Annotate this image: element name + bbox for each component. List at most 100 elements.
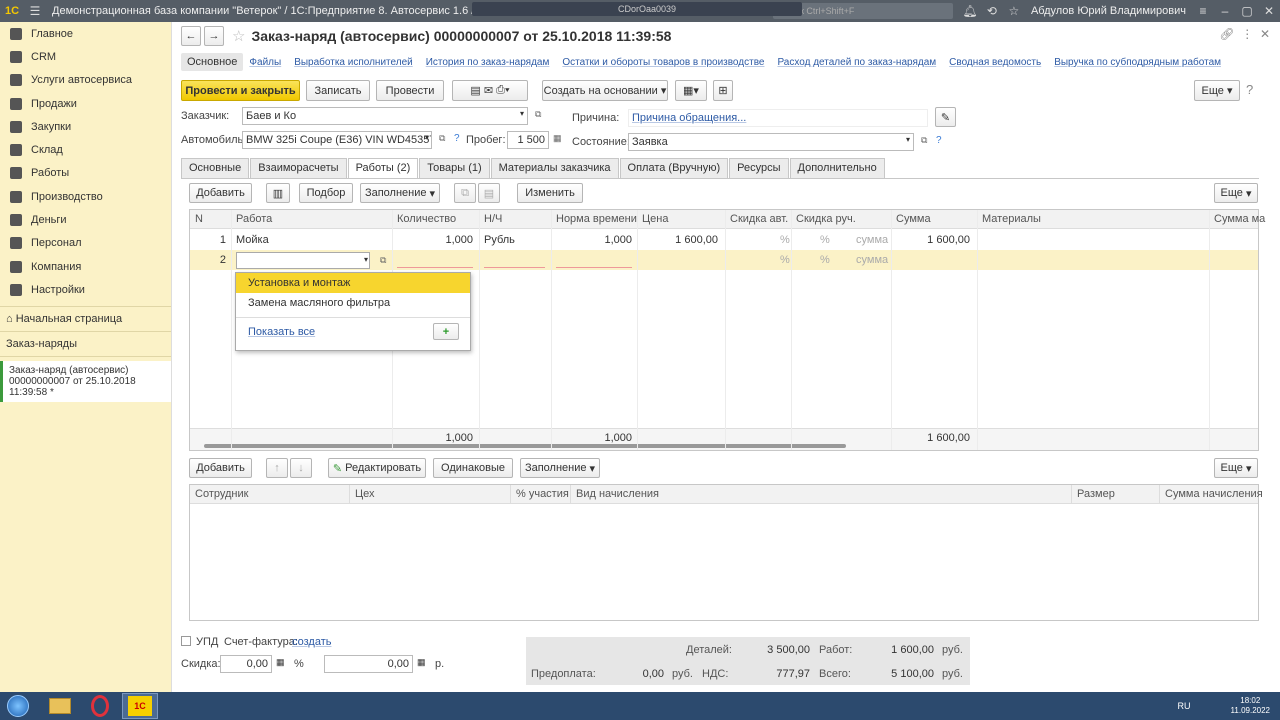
sidebar-item[interactable]: Продажи	[0, 92, 171, 115]
language-indicator[interactable]: RU	[1178, 701, 1191, 711]
help-icon[interactable]: ?	[454, 133, 460, 144]
sidebar-item[interactable]: Главное	[0, 22, 171, 45]
more-button[interactable]: Еще ▾	[1194, 80, 1240, 101]
tab[interactable]: Дополнительно	[789, 158, 885, 178]
more-vert-icon[interactable]: ⋮	[1241, 27, 1253, 41]
cell-disc_a[interactable]: %	[780, 254, 790, 266]
column-header[interactable]: Н/Ч	[484, 213, 502, 225]
form-link[interactable]: Сводная ведомость	[949, 57, 1041, 68]
favorite-star-icon[interactable]: ☆	[232, 27, 245, 45]
column-header[interactable]: Сотрудник	[195, 488, 248, 500]
user-name[interactable]: Абдулов Юрий Владимирович	[1031, 5, 1186, 17]
sidebar-item[interactable]: Работы	[0, 162, 171, 185]
sidebar-item[interactable]: Услуги автосервиса	[0, 69, 171, 92]
cell-disc_a[interactable]: %	[780, 234, 790, 246]
sidebar-item[interactable]: Персонал	[0, 232, 171, 255]
discount-sum-field[interactable]: 0,00	[324, 655, 413, 673]
1c-taskbar-icon[interactable]: 1С	[122, 693, 158, 719]
cell-sum[interactable]: 1 600,00	[890, 234, 970, 246]
settings-icon[interactable]: ≡	[1192, 4, 1214, 18]
menu-icon[interactable]: ☰	[24, 4, 46, 18]
cell-n[interactable]: 1	[210, 234, 226, 246]
sidebar-item[interactable]: Компания	[0, 255, 171, 278]
works-more-button[interactable]: Еще ▾	[1214, 183, 1258, 203]
fill-button[interactable]: Заполнение ▾	[360, 183, 440, 203]
column-header[interactable]: Цех	[355, 488, 375, 500]
link-icon[interactable]: 🔗︎	[1219, 27, 1234, 41]
staff-more-button[interactable]: Еще ▾	[1214, 458, 1258, 478]
dropdown-item[interactable]: Установка и монтаж	[236, 273, 470, 293]
sidebar-item[interactable]: Настройки	[0, 278, 171, 301]
sidebar-open-document[interactable]: Заказ-наряд (автосервис) 00000000007 от …	[0, 360, 171, 402]
tab[interactable]: Основные	[181, 158, 250, 178]
pick-button[interactable]: Подбор	[299, 183, 353, 203]
cell-disc_m[interactable]: %	[820, 254, 830, 266]
column-header[interactable]: Работа	[236, 213, 272, 225]
sidebar-item[interactable]: Закупки	[0, 115, 171, 138]
back-icon[interactable]: ←	[181, 26, 201, 46]
sidebar-home[interactable]: ⌂ Начальная страница	[0, 311, 171, 327]
sidebar-item[interactable]: Деньги	[0, 208, 171, 231]
cell-qty[interactable]: 1,000	[397, 234, 473, 246]
calculator-icon[interactable]: ▦	[553, 133, 562, 144]
open-icon[interactable]: ⧉	[380, 255, 386, 266]
form-link[interactable]: Выработка исполнителей	[294, 57, 413, 68]
sidebar-item[interactable]: CRM	[0, 45, 171, 68]
column-header[interactable]: Норма времени	[556, 213, 637, 225]
forward-icon[interactable]: →	[204, 26, 224, 46]
history-icon[interactable]: ⟲	[981, 4, 1003, 18]
column-header[interactable]: Количество	[397, 213, 456, 225]
staff-fill-button[interactable]: Заполнение ▾	[520, 458, 600, 478]
cell-sum_ph[interactable]: сумма	[856, 254, 888, 266]
add-staff-button[interactable]: Добавить	[189, 458, 252, 478]
form-link[interactable]: Файлы	[249, 57, 281, 68]
star-icon[interactable]: ☆	[1003, 4, 1025, 18]
print-group[interactable]: ▤ ✉ ⎙▾	[452, 80, 528, 101]
explorer-icon[interactable]	[42, 693, 78, 719]
column-header[interactable]: Сумма ма	[1214, 213, 1265, 225]
edit-button[interactable]: ✎ Редактировать	[328, 458, 426, 478]
dropdown-item[interactable]: Замена масляного фильтра	[236, 293, 470, 313]
tab[interactable]: Взаиморасчеты	[250, 158, 347, 178]
paste-icon[interactable]: ▤	[478, 183, 500, 203]
minimize-icon[interactable]: –	[1214, 4, 1236, 18]
column-header[interactable]: Скидка авт.	[730, 213, 788, 225]
opera-icon[interactable]	[82, 693, 118, 719]
dropdown-arrow-icon[interactable]: ▾	[906, 135, 910, 144]
close-form-icon[interactable]: ✕	[1260, 27, 1270, 41]
tab[interactable]: Материалы заказчика	[490, 158, 619, 178]
reason-field[interactable]: Причина обращения...	[628, 109, 928, 127]
add-new-icon[interactable]: +	[433, 323, 459, 340]
close-icon[interactable]: ✕	[1258, 4, 1280, 18]
calculator-icon[interactable]: ▦	[276, 657, 285, 668]
mileage-field[interactable]: 1 500	[507, 131, 549, 149]
column-header[interactable]: % участия	[516, 488, 569, 500]
help-icon[interactable]: ?	[936, 135, 942, 146]
show-all-link[interactable]: Показать все	[248, 326, 315, 338]
customer-field[interactable]: Баев и Ко	[242, 107, 528, 125]
link-main-active[interactable]: Основное	[181, 53, 244, 71]
form-link[interactable]: Расход деталей по заказ-нарядам	[777, 57, 936, 68]
sidebar-item[interactable]: Производство	[0, 185, 171, 208]
cell-norm[interactable]: 1,000	[556, 234, 632, 246]
car-field[interactable]: BMW 325i Coupe (E36) VIN WD4535T4	[242, 131, 432, 149]
horizontal-scrollbar[interactable]	[204, 444, 846, 448]
discount-percent-field[interactable]: 0,00	[220, 655, 272, 673]
upd-checkbox[interactable]	[181, 636, 191, 646]
form-link[interactable]: История по заказ-нарядам	[426, 57, 550, 68]
work-input[interactable]	[236, 252, 370, 269]
cell-price[interactable]: 1 600,00	[642, 234, 718, 246]
barcode-icon[interactable]: ▥	[266, 183, 290, 203]
column-header[interactable]: Вид начисления	[576, 488, 659, 500]
move-up-icon[interactable]: ↑	[266, 458, 288, 478]
maximize-icon[interactable]: ▢	[1236, 4, 1258, 18]
change-button[interactable]: Изменить	[517, 183, 583, 203]
column-header[interactable]: Размер	[1077, 488, 1115, 500]
dropdown-arrow-icon[interactable]: ▾	[364, 255, 368, 264]
copy-icon[interactable]: ⧉	[454, 183, 476, 203]
staff-table[interactable]: Сотрудник Цех % участия Вид начисления Разме…	[189, 484, 1263, 621]
add-work-button[interactable]: Добавить	[189, 183, 252, 203]
structure-icon[interactable]: ⊞	[713, 80, 733, 101]
tab[interactable]: Ресурсы	[729, 158, 789, 178]
create-invoice-link[interactable]: создать	[292, 636, 331, 648]
